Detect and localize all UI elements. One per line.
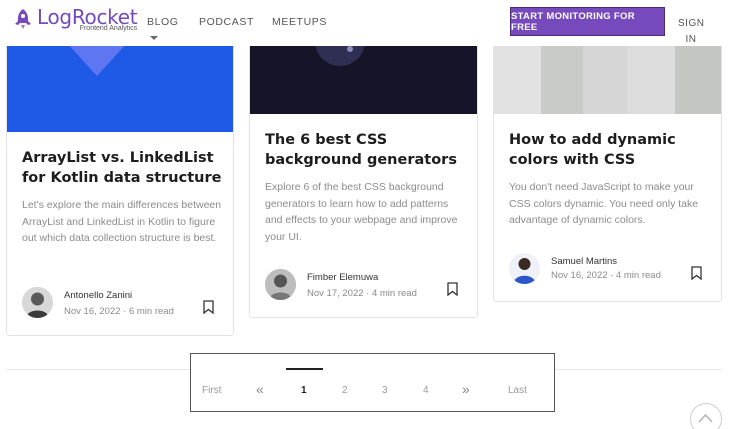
pagination-page-4[interactable]: 4	[423, 385, 429, 396]
author-avatar[interactable]	[509, 253, 540, 284]
article-description: Let's explore the main differences betwe…	[22, 199, 222, 244]
article-meta: Nov 16, 2022 · 6 min read	[64, 306, 174, 317]
article-description: You don't need JavaScript to make your C…	[509, 181, 699, 226]
author-name[interactable]: Samuel Martins	[551, 256, 617, 267]
active-page-indicator	[286, 368, 323, 370]
author-photo	[265, 269, 296, 300]
pagination-prev-icon[interactable]: «	[256, 381, 264, 397]
read-time: 4 min read	[615, 270, 661, 281]
article-date: Nov 16, 2022	[64, 306, 121, 317]
pagination-first[interactable]: First	[202, 385, 221, 396]
rocket-logo-icon	[15, 9, 31, 29]
bookmark-icon[interactable]	[203, 300, 214, 314]
author-name[interactable]: Fimber Elemuwa	[307, 272, 378, 283]
pagination-next-icon[interactable]: »	[462, 381, 470, 397]
article-title[interactable]: ArrayList vs. LinkedList for Kotlin data…	[22, 148, 227, 188]
article-date: Nov 16, 2022	[551, 270, 608, 281]
article-title[interactable]: The 6 best CSS background generators	[265, 130, 470, 170]
article-card[interactable]: The 6 best CSS background generators Exp…	[249, 20, 478, 318]
article-date: Nov 17, 2022	[307, 288, 364, 299]
pagination-last[interactable]: Last	[508, 385, 527, 396]
scroll-to-top-button[interactable]	[690, 403, 722, 429]
pagination-page-3[interactable]: 3	[382, 385, 388, 396]
nav-meetups[interactable]: MEETUPS	[272, 16, 327, 28]
sign-in-link[interactable]: SIGN IN	[678, 16, 704, 48]
author-avatar[interactable]	[22, 287, 53, 318]
article-meta: Nov 17, 2022 · 4 min read	[307, 288, 417, 299]
article-title[interactable]: How to add dynamic colors with CSS	[509, 130, 714, 170]
bookmark-icon[interactable]	[691, 266, 702, 280]
meta-separator: ·	[366, 288, 370, 299]
nav-podcast[interactable]: PODCAST	[199, 16, 254, 28]
pagination-page-1[interactable]: 1	[301, 385, 307, 396]
article-description: Explore 6 of the best CSS background gen…	[265, 181, 458, 243]
logrocket-logo[interactable]: LogRocket Frontend Analytics	[12, 5, 138, 32]
bookmark-icon[interactable]	[447, 282, 458, 296]
article-meta: Nov 16, 2022 · 4 min read	[551, 270, 661, 281]
read-time: 6 min read	[128, 306, 174, 317]
meta-separator: ·	[123, 306, 127, 317]
chevron-up-icon	[698, 413, 713, 423]
start-monitoring-button[interactable]: START MONITORING FOR FREE	[510, 7, 665, 36]
author-name[interactable]: Antonello Zanini	[64, 290, 132, 301]
read-time: 4 min read	[371, 288, 417, 299]
meta-separator: ·	[610, 270, 614, 281]
author-photo	[22, 287, 53, 318]
author-avatar[interactable]	[265, 269, 296, 300]
article-card[interactable]: How to add dynamic colors with CSS You d…	[493, 20, 722, 302]
logo-wordmark: LogRocket	[37, 5, 138, 29]
author-photo	[509, 253, 540, 284]
article-card[interactable]: ArrayList vs. LinkedList for Kotlin data…	[6, 20, 234, 336]
nav-blog[interactable]: BLOG	[147, 16, 179, 28]
chevron-down-icon[interactable]	[150, 36, 158, 40]
site-header: LogRocket Frontend Analytics BLOG PODCAS…	[0, 0, 730, 46]
pagination: First « 1 2 3 4 » Last	[190, 353, 555, 412]
pagination-page-2[interactable]: 2	[342, 385, 348, 396]
